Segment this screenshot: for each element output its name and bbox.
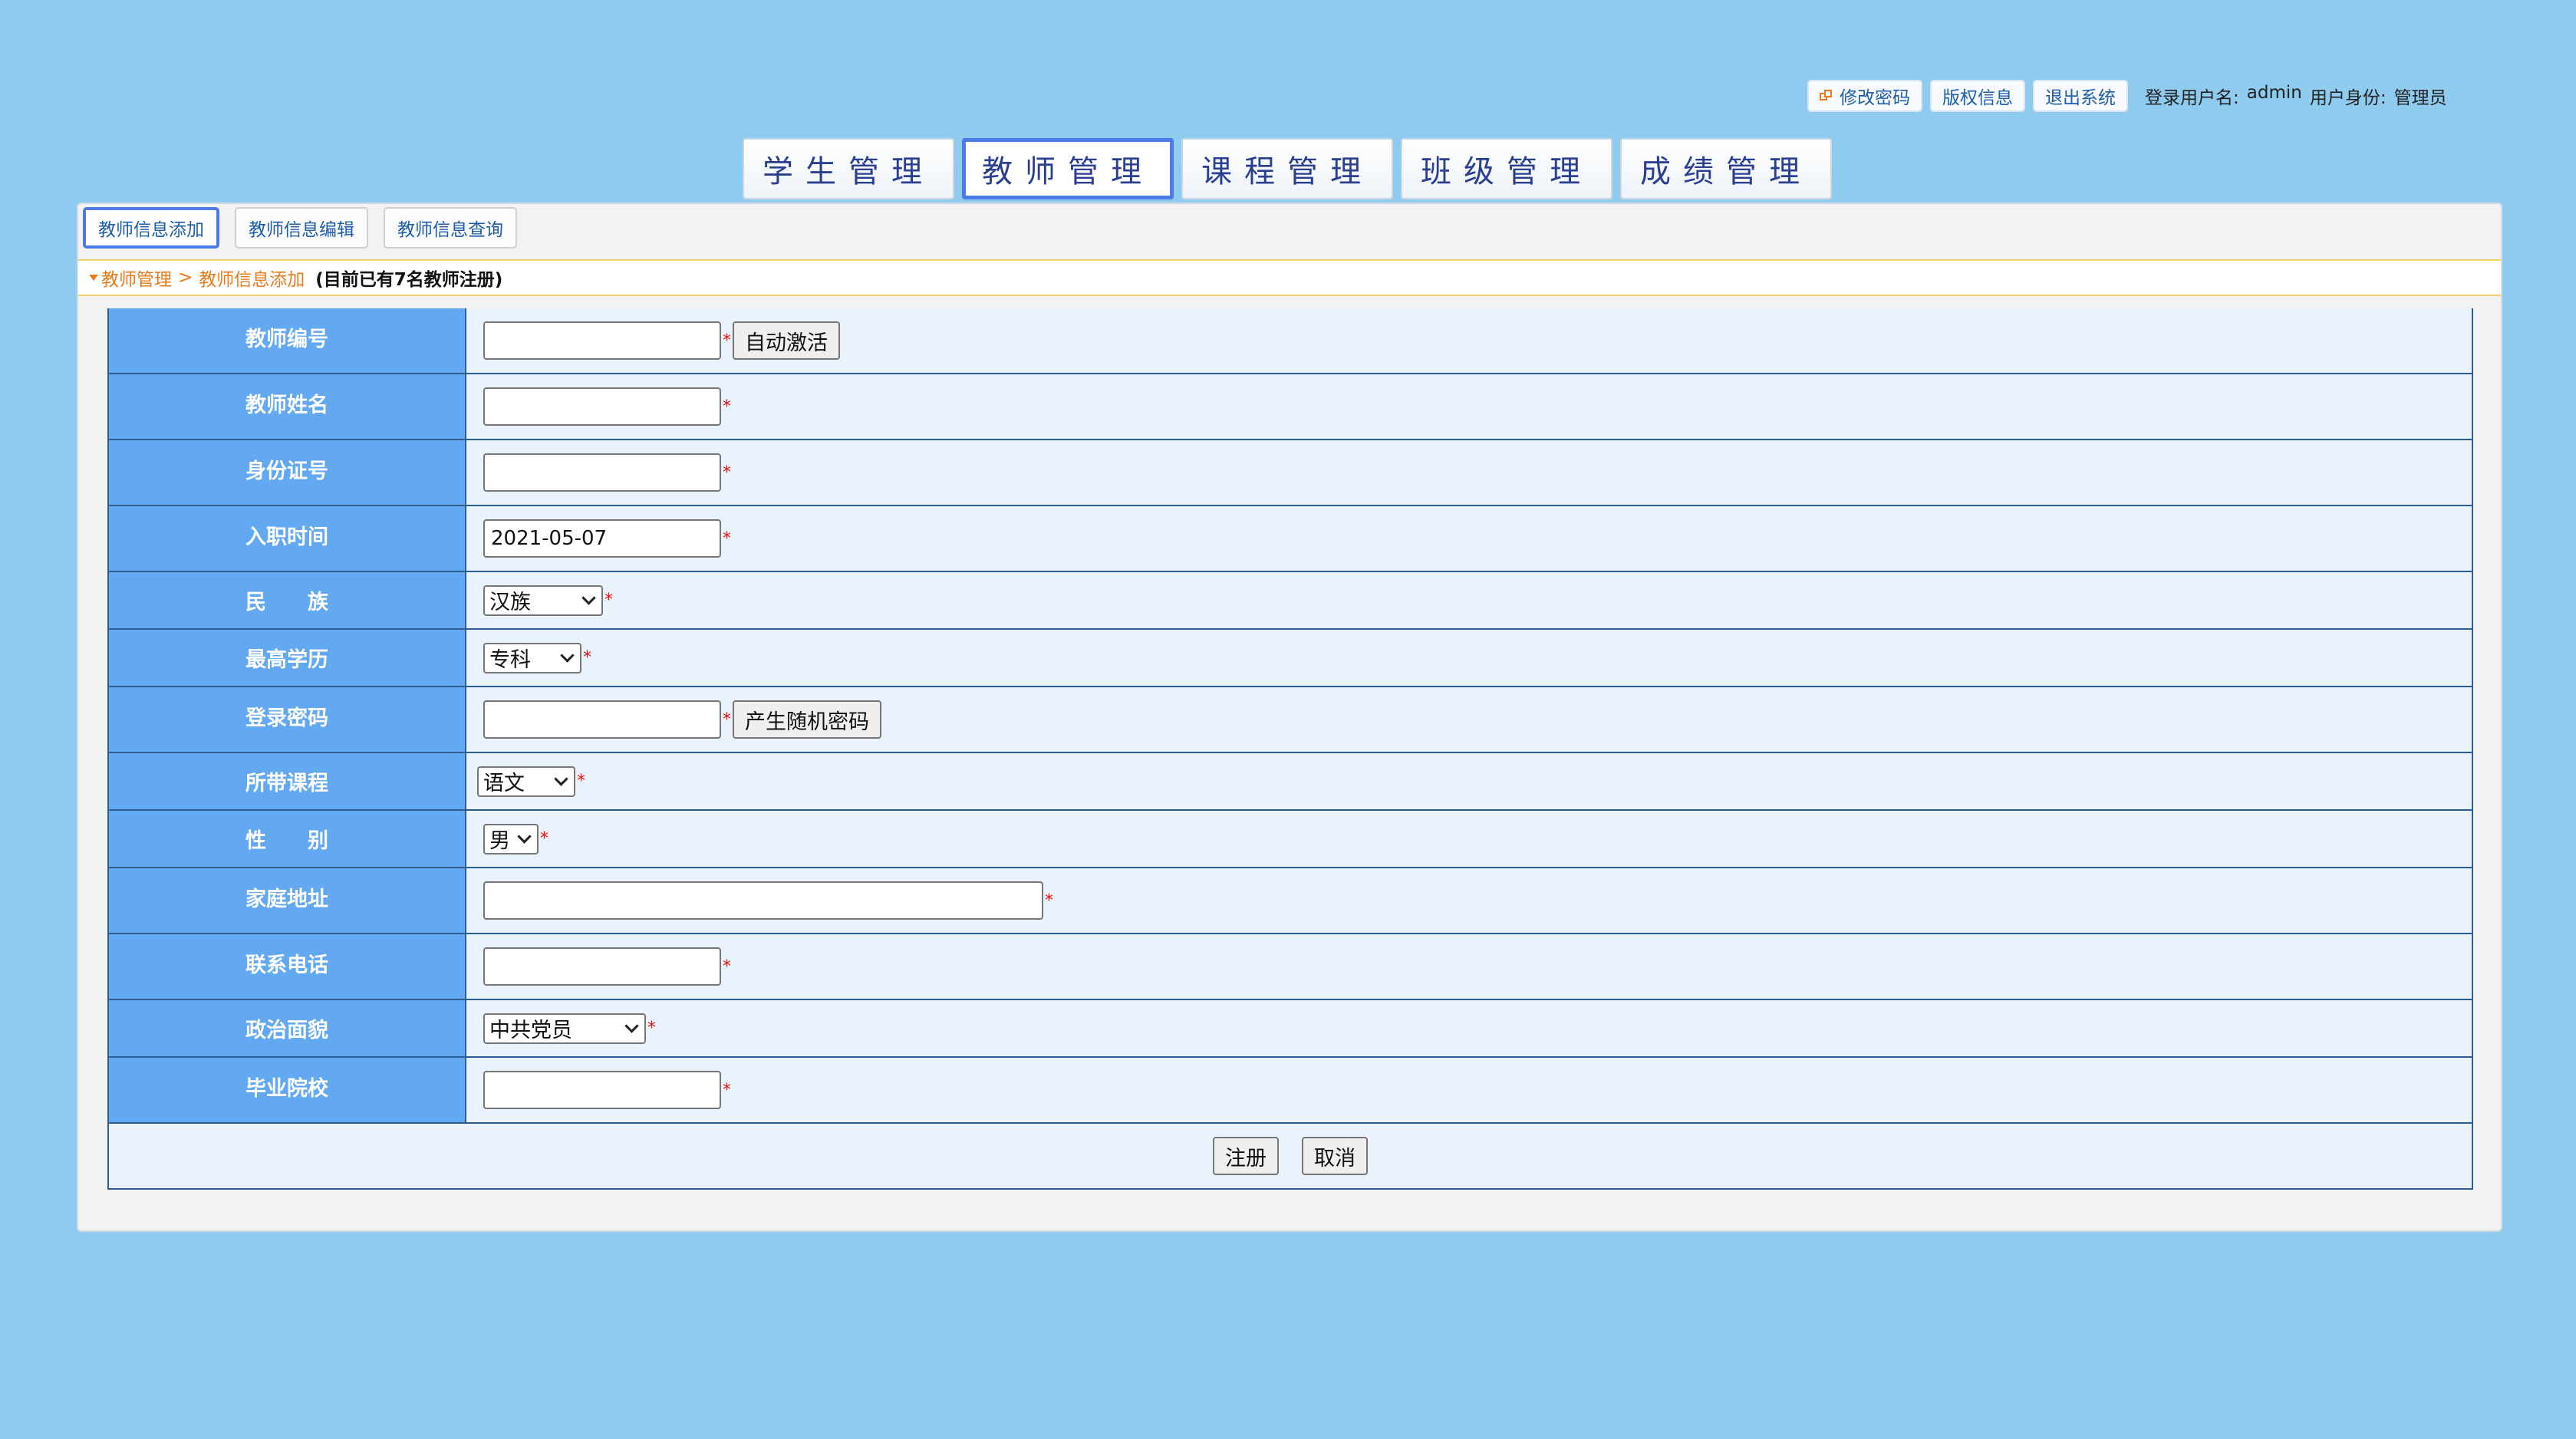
subtab-query-teacher[interactable]: 教师信息查询	[384, 207, 517, 249]
breadcrumb: 教师管理 > 教师信息添加 (目前已有7名教师注册)	[78, 259, 2501, 296]
password-input[interactable]	[483, 700, 721, 739]
hire-date-input[interactable]: 2021-05-07	[483, 519, 721, 558]
required-mark: *	[723, 710, 731, 729]
required-mark: *	[583, 648, 591, 667]
required-mark: *	[1045, 891, 1053, 910]
change-password-label: 修改密码	[1840, 88, 1910, 108]
subtab-add-teacher[interactable]: 教师信息添加	[83, 207, 219, 249]
required-mark: *	[604, 591, 613, 610]
address-label: 家庭地址	[109, 868, 466, 933]
id-card-label: 身份证号	[109, 440, 466, 505]
user-label: 登录用户名:	[2145, 88, 2239, 108]
tab-course-management[interactable]: 课程管理	[1181, 138, 1393, 199]
chevron-down-icon	[560, 648, 575, 663]
form-row-hire-date: 入职时间 2021-05-07 *	[109, 505, 2472, 571]
form-row-politics: 政治面貌 中共党员 *	[109, 999, 2472, 1056]
required-mark: *	[723, 957, 731, 976]
user-info: 登录用户名: admin 用户身份: 管理员	[2145, 83, 2447, 109]
form-row-education: 最高学历 专科 *	[109, 628, 2472, 686]
sub-nav: 教师信息添加 教师信息编辑 教师信息查询	[83, 207, 517, 249]
form-row-school: 毕业院校 *	[109, 1056, 2472, 1122]
hire-date-label: 入职时间	[109, 506, 466, 571]
address-input[interactable]	[483, 881, 1043, 920]
politics-value: 中共党员	[489, 1019, 572, 1042]
breadcrumb-current[interactable]: 教师信息添加	[199, 265, 305, 291]
teacher-id-input[interactable]	[483, 321, 721, 360]
copyright-button[interactable]: 版权信息	[1930, 80, 2025, 112]
teacher-form: 教师编号 * 自动激活 教师姓名 * 身份证号 * 入职时间 2021-05-0…	[107, 308, 2473, 1190]
form-row-gender: 性 别 男 *	[109, 809, 2472, 867]
required-mark: *	[577, 772, 585, 791]
teacher-count-note: (目前已有7名教师注册)	[315, 270, 503, 290]
gender-select[interactable]: 男	[483, 823, 539, 855]
politics-label: 政治面貌	[109, 1000, 466, 1056]
required-mark: *	[647, 1019, 656, 1038]
ethnicity-select[interactable]: 汉族	[483, 584, 603, 616]
breadcrumb-separator: >	[178, 268, 193, 288]
tab-student-management[interactable]: 学生管理	[743, 138, 954, 199]
education-label: 最高学历	[109, 630, 466, 686]
school-label: 毕业院校	[109, 1058, 466, 1122]
chevron-down-icon	[554, 772, 568, 786]
form-row-teacher-id: 教师编号 * 自动激活	[109, 308, 2472, 373]
required-mark: *	[723, 331, 731, 351]
education-value: 专科	[489, 648, 531, 672]
content-panel: 教师信息添加 教师信息编辑 教师信息查询 教师管理 > 教师信息添加 (目前已有…	[77, 203, 2502, 1232]
change-password-icon	[1820, 90, 1833, 102]
school-input[interactable]	[483, 1071, 721, 1109]
course-select[interactable]: 语文	[477, 766, 575, 797]
password-label: 登录密码	[109, 687, 466, 752]
gender-label: 性 别	[109, 811, 466, 867]
required-mark: *	[540, 829, 548, 848]
required-mark: *	[723, 529, 731, 548]
change-password-button[interactable]: 修改密码	[1807, 80, 1922, 112]
teacher-name-input[interactable]	[483, 387, 721, 426]
form-row-ethnicity: 民 族 汉族 *	[109, 571, 2472, 628]
tab-grade-management[interactable]: 成绩管理	[1620, 138, 1832, 199]
id-card-input[interactable]	[483, 453, 721, 492]
cancel-button[interactable]: 取消	[1302, 1137, 1368, 1175]
form-row-course: 所带课程 语文 *	[109, 752, 2472, 809]
course-value: 语文	[483, 772, 525, 795]
triangle-down-icon	[89, 275, 98, 281]
chevron-down-icon	[581, 591, 596, 605]
auto-activate-button[interactable]: 自动激活	[733, 321, 840, 360]
gender-value: 男	[489, 829, 510, 853]
required-mark: *	[723, 1080, 731, 1100]
required-mark: *	[723, 397, 731, 417]
form-row-password: 登录密码 * 产生随机密码	[109, 686, 2472, 752]
role: 管理员	[2393, 88, 2447, 108]
required-mark: *	[723, 463, 731, 482]
teacher-name-label: 教师姓名	[109, 374, 466, 439]
copyright-label: 版权信息	[1942, 88, 2013, 108]
subtab-edit-teacher[interactable]: 教师信息编辑	[235, 207, 368, 249]
teacher-id-cell: * 自动激活	[466, 308, 2472, 373]
logout-button[interactable]: 退出系统	[2033, 80, 2128, 112]
tab-teacher-management[interactable]: 教师管理	[962, 138, 1174, 199]
top-toolbar: 修改密码 版权信息 退出系统 登录用户名: admin 用户身份: 管理员	[1807, 78, 2447, 114]
role-label: 用户身份:	[2309, 88, 2387, 108]
username: admin	[2246, 83, 2302, 103]
teacher-id-label: 教师编号	[109, 308, 466, 373]
chevron-down-icon	[517, 829, 532, 844]
phone-input[interactable]	[483, 947, 721, 986]
chevron-down-icon	[624, 1019, 639, 1033]
phone-label: 联系电话	[109, 934, 466, 999]
logout-label: 退出系统	[2045, 88, 2116, 108]
random-password-button[interactable]: 产生随机密码	[733, 700, 881, 739]
form-row-id-card: 身份证号 *	[109, 439, 2472, 505]
form-row-phone: 联系电话 *	[109, 933, 2472, 999]
form-row-address: 家庭地址 *	[109, 867, 2472, 933]
form-row-name: 教师姓名 *	[109, 373, 2472, 439]
ethnicity-label: 民 族	[109, 572, 466, 628]
politics-select[interactable]: 中共党员	[483, 1013, 646, 1044]
breadcrumb-parent[interactable]: 教师管理	[101, 265, 172, 291]
submit-button[interactable]: 注册	[1213, 1137, 1279, 1175]
form-actions: 注册 取消	[109, 1122, 2472, 1188]
ethnicity-value: 汉族	[489, 591, 531, 614]
course-label: 所带课程	[109, 753, 466, 809]
tab-class-management[interactable]: 班级管理	[1401, 138, 1612, 199]
education-select[interactable]: 专科	[483, 642, 581, 673]
main-nav: 学生管理 教师管理 课程管理 班级管理 成绩管理	[743, 138, 1832, 199]
